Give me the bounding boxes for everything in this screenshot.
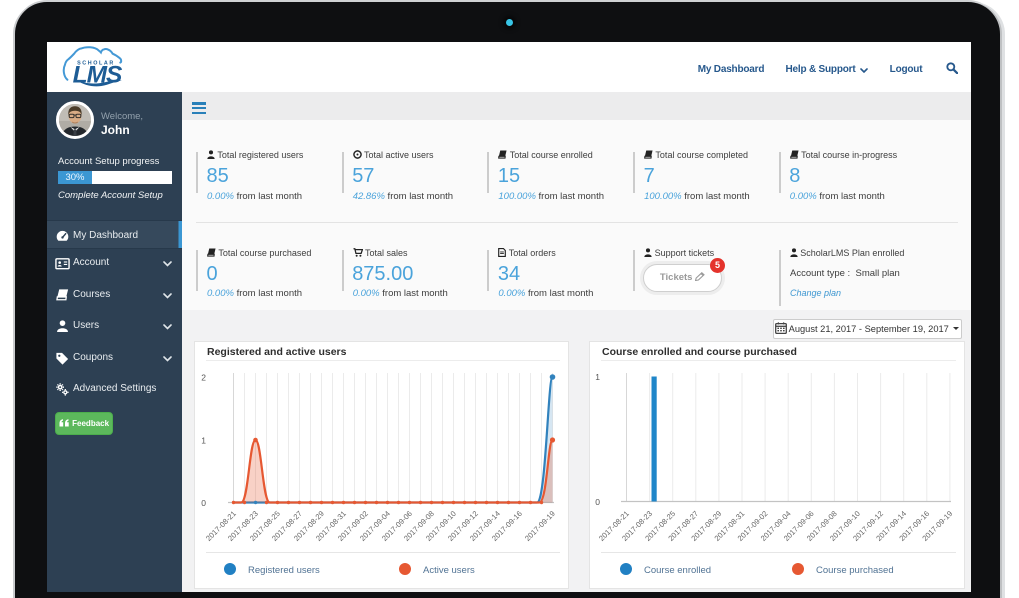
svg-text:2017-09-19: 2017-09-19 <box>523 509 557 543</box>
svg-text:1: 1 <box>595 372 600 382</box>
svg-text:1: 1 <box>201 436 206 446</box>
svg-text:0: 0 <box>595 497 600 507</box>
svg-text:0: 0 <box>201 498 206 508</box>
svg-text:2: 2 <box>201 373 206 383</box>
